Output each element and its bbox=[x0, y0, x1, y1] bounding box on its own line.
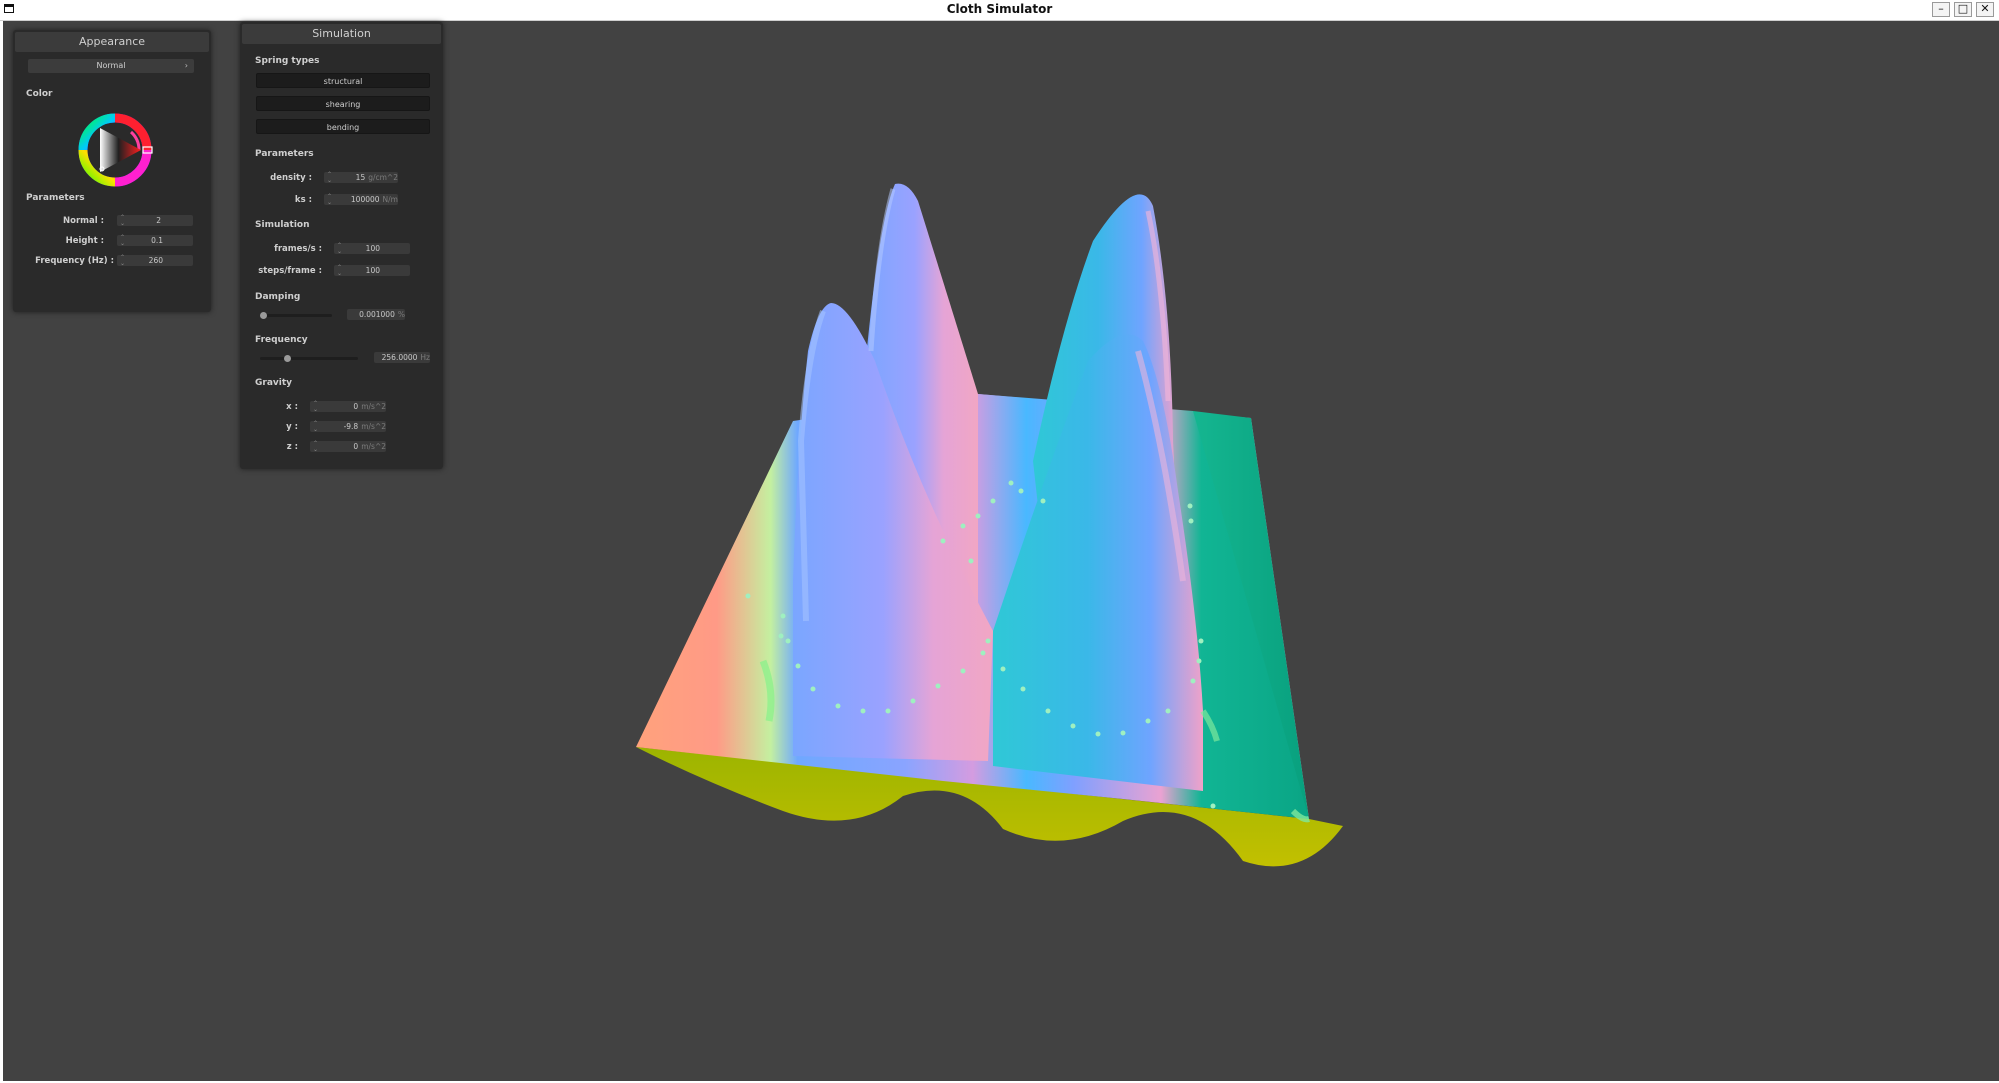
gravity-y-value: -9.8 bbox=[343, 422, 359, 431]
normal-input[interactable]: ⌃ ⌄ 2 bbox=[117, 215, 193, 226]
damping-unit: % bbox=[397, 310, 405, 319]
gravity-z-value: 0 bbox=[353, 442, 359, 451]
gravity-z-label: z : bbox=[286, 442, 298, 452]
appearance-panel-header[interactable]: Appearance bbox=[15, 32, 209, 52]
color-wheel-icon[interactable] bbox=[75, 110, 155, 190]
frequency-hz-value: 260 bbox=[148, 256, 163, 265]
sim-parameters-label: Parameters bbox=[255, 149, 314, 159]
density-label: density : bbox=[270, 173, 312, 183]
ks-unit: N/m bbox=[382, 195, 398, 204]
gravity-y-unit: m/s^2 bbox=[361, 422, 386, 431]
appearance-parameters-label: Parameters bbox=[26, 193, 85, 203]
height-value: 0.1 bbox=[151, 236, 163, 245]
steps-per-frame-input[interactable]: ⌃ ⌄ 100 bbox=[334, 265, 410, 276]
color-section-label: Color bbox=[26, 89, 53, 99]
frequency-hz-label: Frequency (Hz) : bbox=[35, 256, 114, 266]
gravity-x-label: x : bbox=[286, 402, 298, 412]
damping-slider-knob[interactable] bbox=[260, 312, 267, 319]
shader-dropdown-value: Normal bbox=[96, 61, 126, 70]
3d-viewport[interactable]: Appearance Normal › Color Parameters Nor… bbox=[3, 21, 1999, 1081]
frequency-unit: Hz bbox=[420, 353, 430, 362]
frequency-slider-knob[interactable] bbox=[284, 355, 291, 362]
fps-value: 100 bbox=[365, 244, 380, 253]
simulation-panel-header[interactable]: Simulation bbox=[242, 24, 441, 44]
maximize-button[interactable]: □ bbox=[1954, 2, 1972, 17]
frequency-value: 256.0000 bbox=[381, 353, 418, 362]
steps-per-frame-value: 100 bbox=[365, 266, 380, 275]
structural-button[interactable]: structural bbox=[256, 73, 430, 88]
gravity-label: Gravity bbox=[255, 378, 293, 388]
density-value: 15 bbox=[355, 173, 366, 182]
frequency-hz-input[interactable]: ⌃ ⌄ 260 bbox=[117, 255, 193, 266]
gravity-y-input[interactable]: ⌃ ⌄ -9.8 m/s^2 bbox=[310, 421, 386, 432]
simulation-section-label: Simulation bbox=[255, 220, 310, 230]
shearing-button[interactable]: shearing bbox=[256, 96, 430, 111]
gravity-x-value: 0 bbox=[353, 402, 359, 411]
gravity-z-unit: m/s^2 bbox=[361, 442, 386, 451]
shader-dropdown[interactable]: Normal › bbox=[28, 59, 194, 73]
height-label: Height : bbox=[65, 236, 104, 246]
gravity-y-label: y : bbox=[286, 422, 298, 432]
ks-input[interactable]: ⌃ ⌄ 100000 N/m bbox=[324, 194, 398, 205]
height-input[interactable]: ⌃ ⌄ 0.1 bbox=[117, 235, 193, 246]
ks-value: 100000 bbox=[350, 195, 380, 204]
close-button[interactable]: ✕ bbox=[1976, 2, 1994, 17]
steps-per-frame-label: steps/frame : bbox=[258, 266, 322, 276]
bending-button[interactable]: bending bbox=[256, 119, 430, 134]
gravity-z-input[interactable]: ⌃ ⌄ 0 m/s^2 bbox=[310, 441, 386, 452]
chevron-down-icon: › bbox=[184, 61, 188, 70]
gravity-x-input[interactable]: ⌃ ⌄ 0 m/s^2 bbox=[310, 401, 386, 412]
frequency-slider[interactable] bbox=[260, 355, 358, 362]
frequency-input[interactable]: 256.0000 Hz bbox=[374, 352, 430, 363]
damping-value: 0.001000 bbox=[359, 310, 395, 319]
frequency-section-label: Frequency bbox=[255, 335, 308, 345]
appearance-panel: Appearance Normal › Color Parameters Nor… bbox=[13, 30, 211, 312]
spring-types-label: Spring types bbox=[255, 56, 320, 66]
fps-label: frames/s : bbox=[274, 244, 322, 254]
damping-slider[interactable] bbox=[260, 312, 332, 319]
simulation-panel: Simulation Spring types structural shear… bbox=[240, 22, 443, 469]
density-unit: g/cm^2 bbox=[368, 173, 398, 182]
normal-value: 2 bbox=[156, 216, 161, 225]
density-input[interactable]: ⌃ ⌄ 15 g/cm^2 bbox=[324, 172, 398, 183]
normal-label: Normal : bbox=[62, 216, 104, 226]
ks-label: ks : bbox=[294, 195, 312, 205]
damping-label: Damping bbox=[255, 292, 301, 302]
window-title: Cloth Simulator bbox=[946, 2, 1053, 16]
title-bar: Cloth Simulator – □ ✕ bbox=[0, 0, 1999, 21]
fps-input[interactable]: ⌃ ⌄ 100 bbox=[334, 243, 410, 254]
minimize-button[interactable]: – bbox=[1932, 2, 1950, 17]
gravity-x-unit: m/s^2 bbox=[361, 402, 386, 411]
damping-input[interactable]: 0.001000% bbox=[347, 309, 405, 320]
